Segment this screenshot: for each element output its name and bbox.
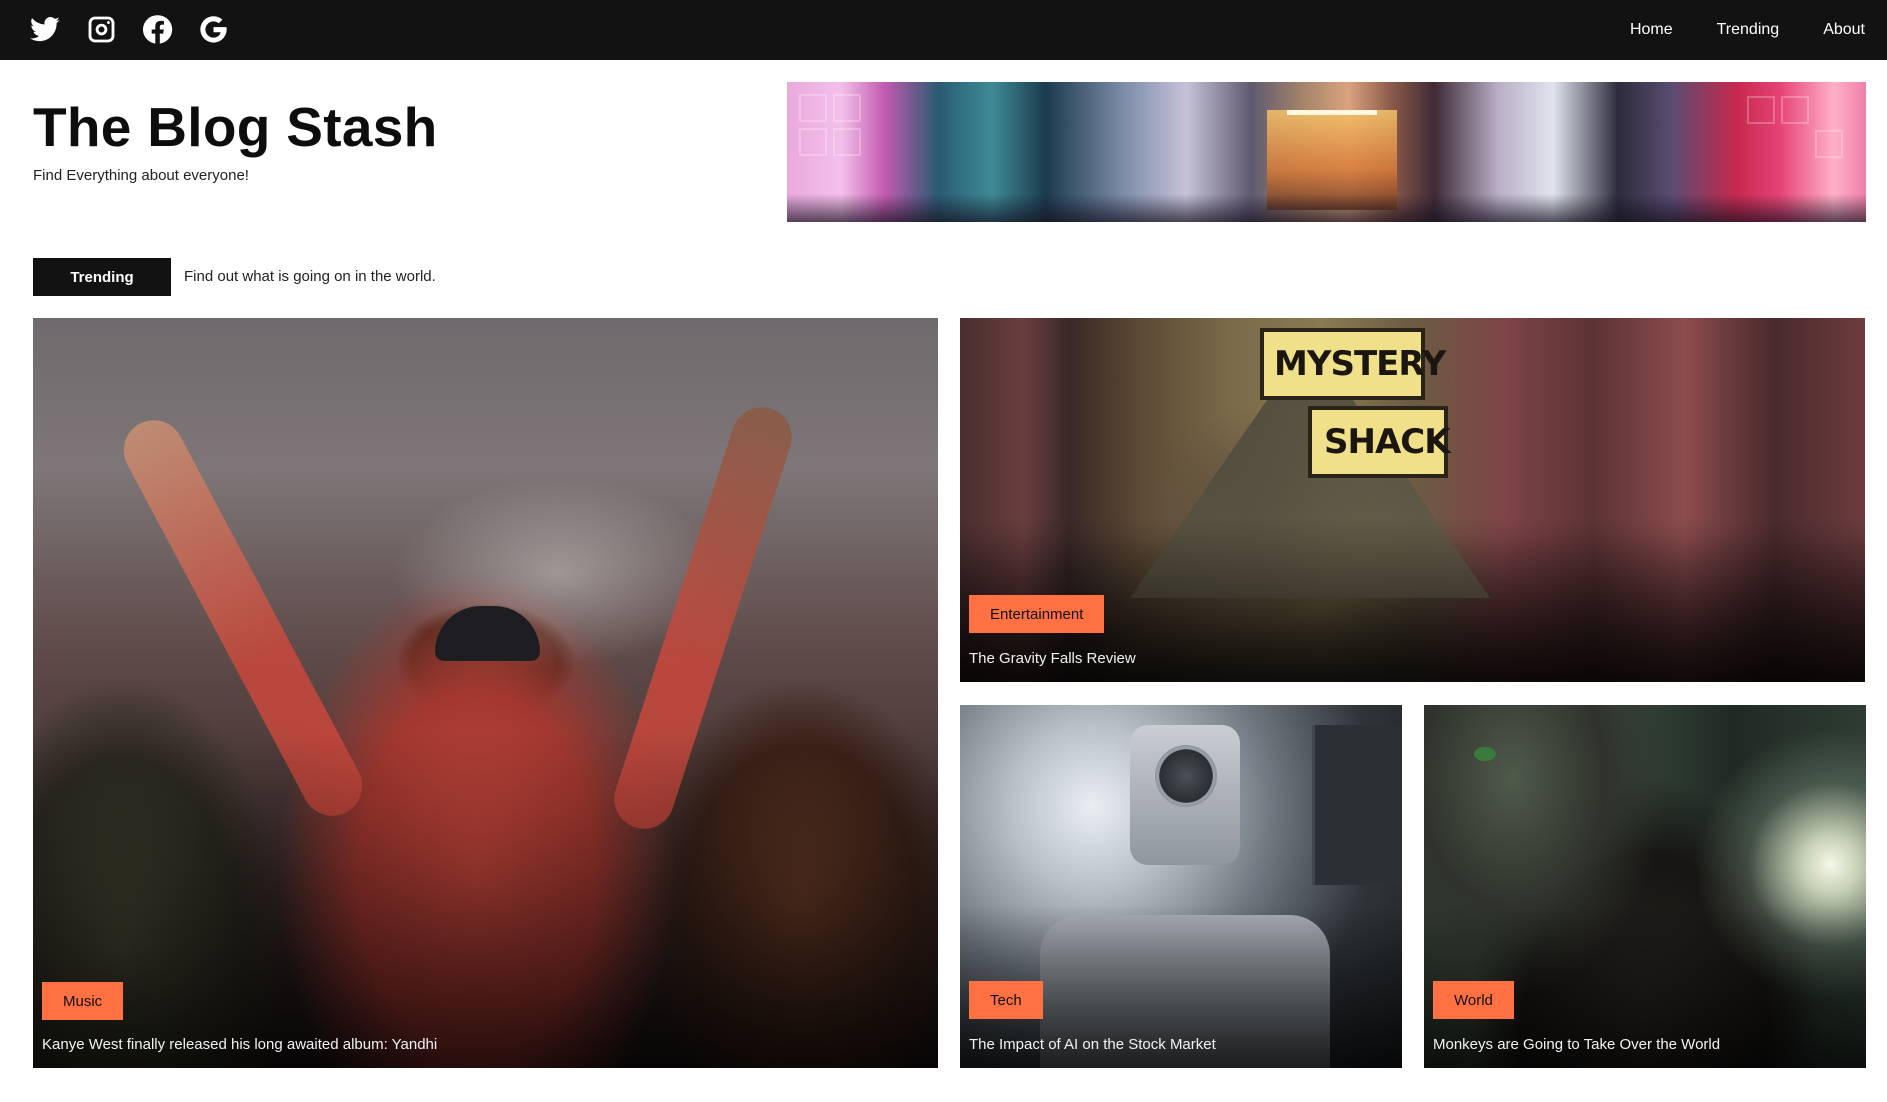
main-nav: Home Trending About (1630, 20, 1865, 40)
nav-about-link[interactable]: About (1823, 20, 1865, 40)
article-title[interactable]: Kanye West finally released his long awa… (42, 1035, 437, 1055)
facebook-icon[interactable] (142, 14, 173, 45)
header-banner-image (787, 82, 1866, 222)
sign-text-line2: SHACK (1324, 422, 1451, 462)
social-links (30, 14, 229, 45)
article-card-music[interactable]: Music Kanye West finally released his lo… (33, 318, 938, 1068)
instagram-icon[interactable] (86, 14, 117, 45)
nav-trending-link[interactable]: Trending (1717, 20, 1780, 40)
category-tag-world[interactable]: World (1433, 981, 1514, 1019)
article-card-world[interactable]: World Monkeys are Going to Take Over the… (1424, 705, 1866, 1068)
trending-description: Find out what is going on in the world. (184, 268, 436, 285)
article-title[interactable]: The Gravity Falls Review (969, 649, 1136, 669)
category-tag-music[interactable]: Music (42, 982, 124, 1020)
site-title: The Blog Stash (33, 96, 438, 158)
nav-home-link[interactable]: Home (1630, 20, 1673, 40)
article-title[interactable]: The Impact of AI on the Stock Market (969, 1035, 1216, 1055)
trending-badge[interactable]: Trending (33, 258, 171, 296)
site-tagline: Find Everything about everyone! (33, 167, 249, 184)
google-icon[interactable] (198, 14, 229, 45)
article-card-entertainment[interactable]: MYSTERY SHACK Entertainment The Gravity … (960, 318, 1865, 682)
twitter-icon[interactable] (30, 14, 61, 45)
sign-text-line1: MYSTERY (1274, 344, 1446, 384)
top-navbar: Home Trending About (0, 0, 1887, 60)
category-tag-entertainment[interactable]: Entertainment (969, 595, 1105, 633)
article-title[interactable]: Monkeys are Going to Take Over the World (1433, 1035, 1720, 1055)
article-card-tech[interactable]: Tech The Impact of AI on the Stock Marke… (960, 705, 1402, 1068)
category-tag-tech[interactable]: Tech (969, 981, 1043, 1019)
